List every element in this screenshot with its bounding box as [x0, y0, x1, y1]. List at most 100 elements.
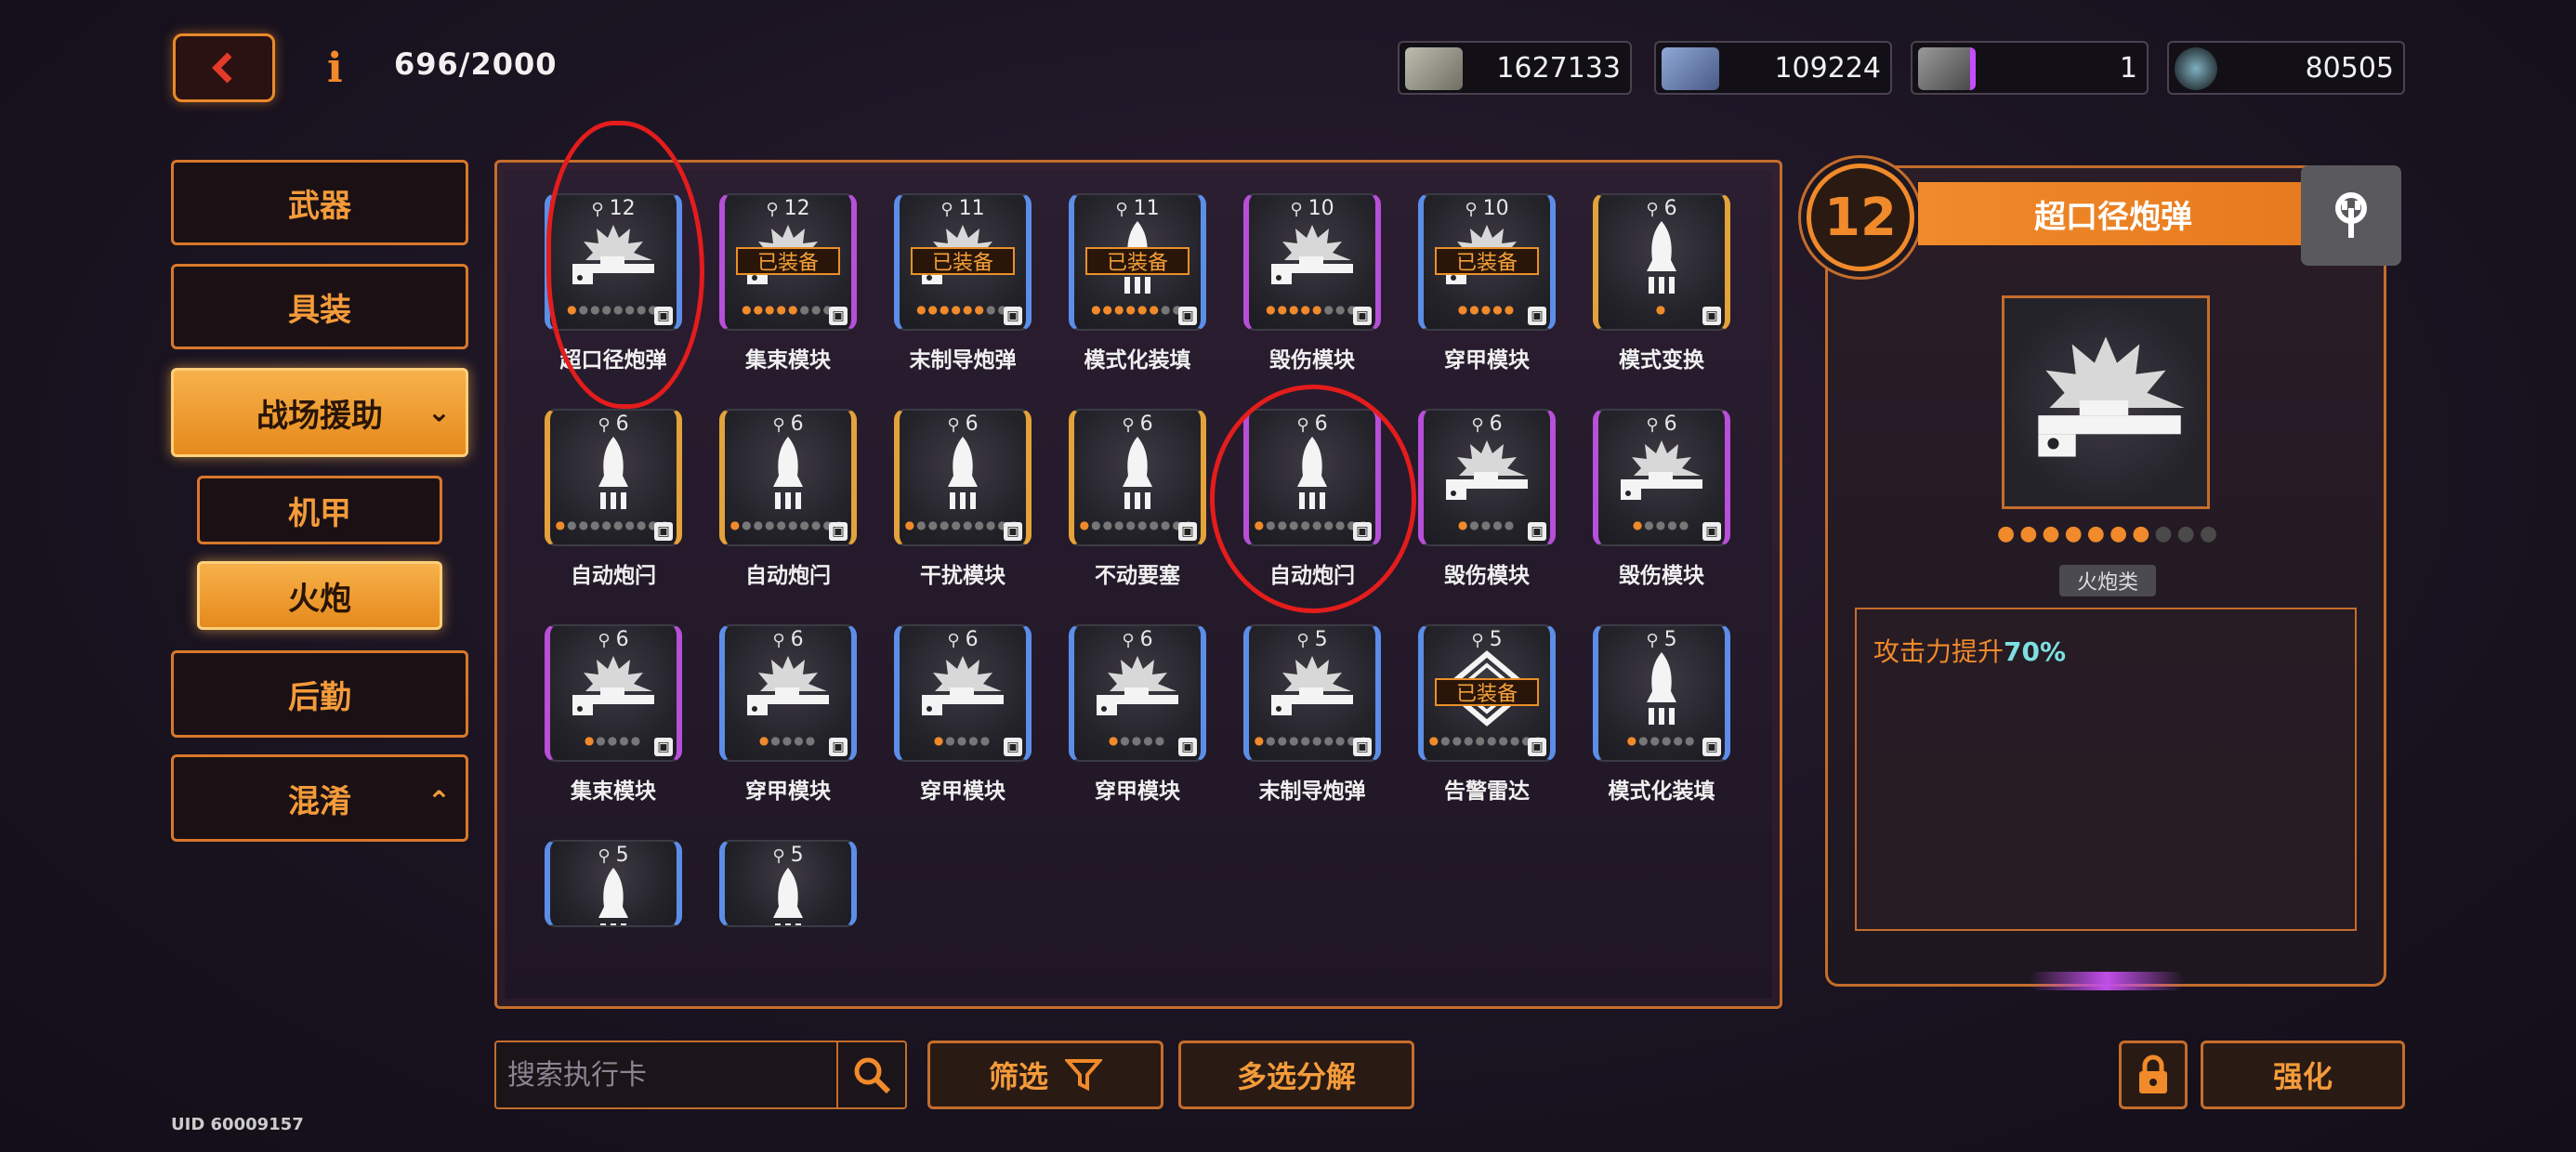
lock-icon: ▣: [1702, 307, 1721, 325]
lock-icon: ▣: [1004, 522, 1022, 541]
card-item[interactable]: ⚲ 6 ● ▣: [1593, 193, 1730, 331]
card-item[interactable]: ⚲ 5: [545, 840, 682, 927]
pin-button[interactable]: [2301, 165, 2401, 266]
lock-icon: ▣: [1528, 738, 1546, 756]
battery-card-icon: [1918, 47, 1976, 90]
menu-support[interactable]: 战场援助 ⌄: [171, 368, 468, 457]
card-item[interactable]: ⚲ 5 已装备 ●●●●●●●●●● ▣: [1418, 624, 1556, 762]
card-item[interactable]: ⚲ 6 ●●●●● ▣: [894, 624, 1032, 762]
card-item[interactable]: ⚲ 11 已装备 ●●●●●●●● ▣: [894, 193, 1032, 331]
pin-icon: ⚲: [598, 631, 611, 650]
menu-label: 混淆: [288, 782, 351, 820]
multi-decompose-button[interactable]: 多选分解: [1178, 1041, 1414, 1109]
lock-button[interactable]: [2119, 1041, 2188, 1109]
multi-decompose-label: 多选分解: [1236, 1059, 1356, 1094]
menu-armor[interactable]: 具装: [171, 264, 468, 349]
lock-icon: ▣: [829, 738, 848, 756]
menu-label: 武器: [288, 187, 351, 225]
menu-mecha[interactable]: 机甲: [197, 476, 442, 544]
card-item[interactable]: ⚲ 6 ●●●●● ▣: [1418, 409, 1556, 546]
menu-mixed[interactable]: 混淆 ⌃: [171, 754, 468, 842]
currency-value: 1627133: [1496, 51, 1621, 85]
info-icon[interactable]: i: [327, 45, 343, 92]
search-icon: [854, 1057, 891, 1094]
lock-icon: ▣: [829, 307, 848, 325]
card-name: 末制导炮弹: [1258, 779, 1366, 804]
card-level: ⚲ 10: [1249, 197, 1375, 220]
card-item[interactable]: ⚲ 5 ●●●●●● ▣: [1593, 624, 1730, 762]
card-item[interactable]: ⚲ 11 已装备 ●●●●●●●● ▣: [1069, 193, 1206, 331]
cannon-icon: [1271, 656, 1353, 715]
search-input[interactable]: [496, 1058, 831, 1092]
progress-dot: ●: [2109, 522, 2133, 545]
card-item[interactable]: ⚲ 6 ●●●●●●●●●● ▣: [545, 409, 682, 546]
currency-gear: 80505: [2167, 41, 2405, 95]
detail-category-tag: 火炮类: [2059, 565, 2156, 596]
menu-weapon[interactable]: 武器: [171, 160, 468, 245]
card-level-value: 10: [1482, 197, 1509, 220]
card-name: 集束模块: [571, 779, 656, 804]
equipped-badge: 已装备: [911, 247, 1015, 275]
upgrade-button[interactable]: 强化: [2201, 1041, 2405, 1109]
chevron-left-icon: [212, 52, 232, 84]
rocket-icon: [773, 437, 803, 509]
pin-icon: ⚲: [1465, 200, 1478, 219]
menu-label: 具装: [288, 291, 351, 329]
pin-icon: ⚲: [598, 846, 611, 866]
card-name: 末制导炮弹: [909, 348, 1017, 373]
card-item[interactable]: ⚲ 6 ●●●●●●●●●● ▣: [894, 409, 1032, 546]
card-level: ⚲ 6: [550, 628, 677, 651]
pin-icon: ⚲: [772, 631, 785, 650]
card-level-value: 5: [790, 844, 804, 867]
cannon-icon: [747, 656, 829, 715]
filter-label: 筛选: [988, 1059, 1048, 1094]
cannon-icon: [1621, 440, 1702, 500]
rocket-icon: [598, 437, 628, 509]
progress-dot: ●: [2132, 522, 2155, 545]
filter-icon: [1065, 1059, 1102, 1092]
card-level: ⚲ 6: [900, 628, 1026, 651]
card-level-value: 6: [1663, 412, 1677, 436]
currency-cash: 1627133: [1398, 41, 1632, 95]
card-level-value: 6: [965, 412, 979, 436]
card-item[interactable]: ⚲ 6 ●●●●● ▣: [545, 624, 682, 762]
card-item[interactable]: ⚲ 5 ●●●●●●●●●● ▣: [1243, 624, 1381, 762]
cash-bundle-icon: [1405, 47, 1463, 90]
detail-title: 超口径炮弹: [1918, 182, 2308, 245]
search-button[interactable]: [836, 1042, 905, 1107]
lock-icon: ▣: [654, 522, 673, 541]
card-level-value: 6: [790, 628, 804, 651]
pin-icon: ⚲: [1122, 415, 1135, 435]
back-button[interactable]: [173, 33, 275, 102]
pin-icon: ⚲: [1122, 631, 1135, 650]
card-name: 干扰模块: [920, 564, 1005, 588]
pin-icon: ⚲: [1296, 631, 1309, 650]
lock-icon: ▣: [1528, 522, 1546, 541]
filter-button[interactable]: 筛选: [927, 1041, 1163, 1109]
progress-dot: ●: [2064, 522, 2087, 545]
card-level: ⚲ 6: [1074, 628, 1201, 651]
card-level: ⚲ 6: [725, 412, 851, 436]
card-item[interactable]: ⚲ 6 ●●●●●●●●●● ▣: [1069, 409, 1206, 546]
lock-icon: ▣: [829, 522, 848, 541]
lock-icon: ▣: [1353, 738, 1372, 756]
card-item[interactable]: ⚲ 10 已装备 ●●●●● ▣: [1418, 193, 1556, 331]
menu-label: 火炮: [288, 580, 351, 618]
rocket-icon: [1123, 437, 1152, 509]
card-item[interactable]: ⚲ 6 ●●●●●●●●●● ▣: [719, 409, 857, 546]
card-item[interactable]: ⚲ 12 已装备 ●●●●●●●● ▣: [719, 193, 857, 331]
card-item[interactable]: ⚲ 10 ●●●●●●●● ▣: [1243, 193, 1381, 331]
card-item[interactable]: ⚲ 6 ●●●●● ▣: [1069, 624, 1206, 762]
card-item[interactable]: ⚲ 6 ●●●●● ▣: [1593, 409, 1730, 546]
card-item[interactable]: ⚲ 5: [719, 840, 857, 927]
lock-icon: ▣: [1528, 307, 1546, 325]
pin-icon: ⚲: [1471, 631, 1484, 650]
menu-artillery[interactable]: 火炮: [197, 561, 442, 630]
menu-logistics[interactable]: 后勤: [171, 650, 468, 738]
card-name: 毁伤模块: [1444, 564, 1530, 588]
card-level-value: 5: [1314, 628, 1328, 651]
cannon-icon: [922, 656, 1004, 715]
card-item[interactable]: ⚲ 6 ●●●●● ▣: [719, 624, 857, 762]
card-level: ⚲ 6: [550, 412, 677, 436]
card-level: ⚲ 11: [1074, 197, 1201, 220]
